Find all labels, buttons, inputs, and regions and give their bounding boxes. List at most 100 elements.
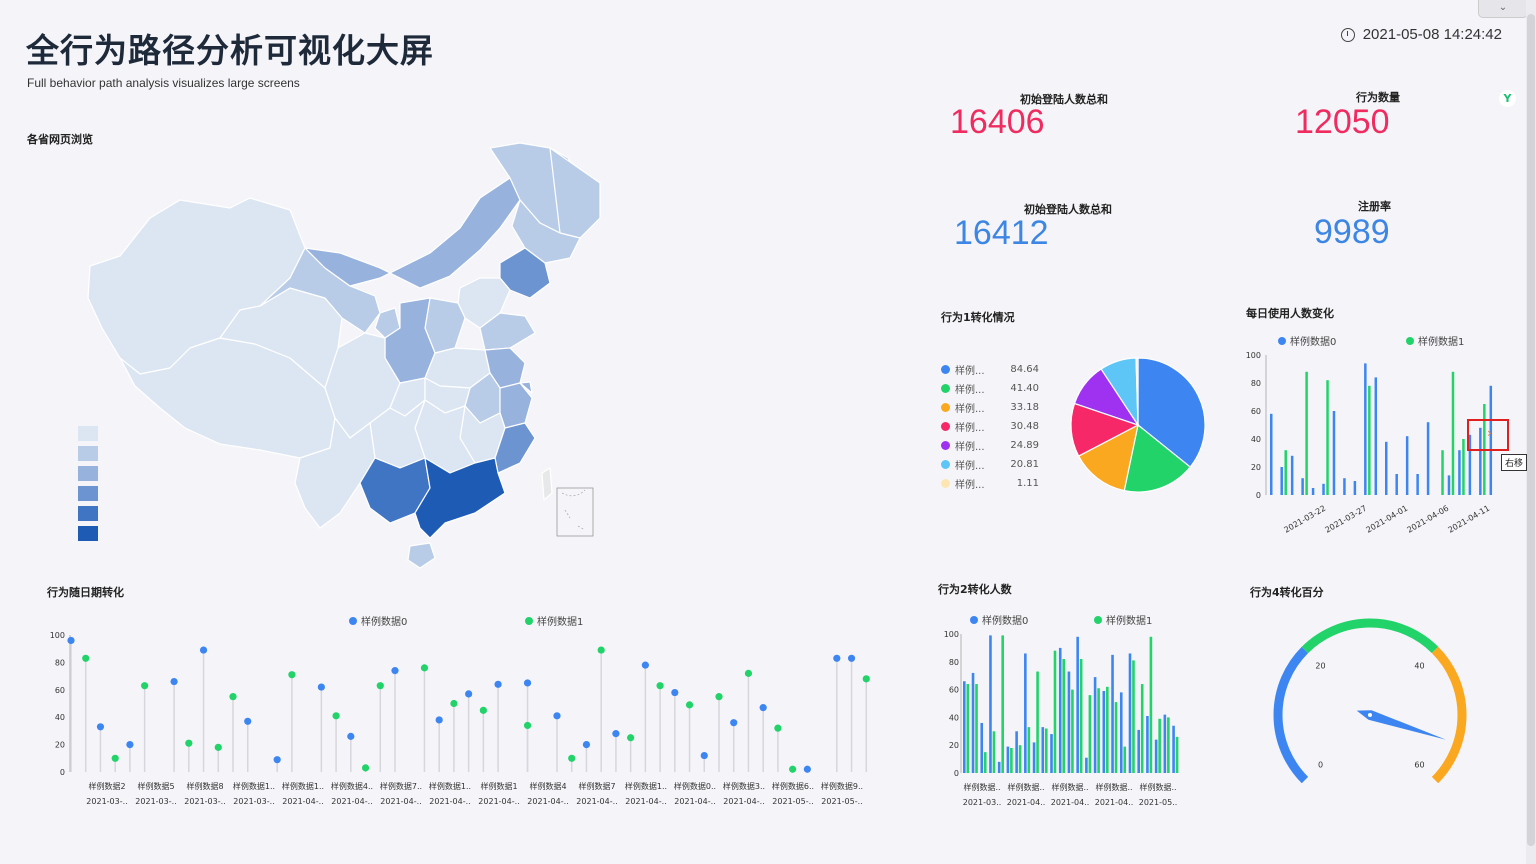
legend-level-1[interactable] bbox=[78, 426, 98, 441]
pie-legend-item[interactable]: 样例... 30.48 bbox=[941, 417, 1039, 436]
legend-level-6[interactable] bbox=[78, 526, 98, 541]
x-tick-label: 样例数据6.. bbox=[772, 781, 814, 791]
daily-bar bbox=[1368, 385, 1371, 495]
bar2-bar bbox=[1071, 689, 1074, 773]
y-tick-label: 60 bbox=[55, 686, 65, 695]
lollipop-point bbox=[523, 679, 532, 687]
scatter-chart[interactable]: 100 80 60 40 20 0 样例数据2 2021-03-.. 样例数据5 2021-03-… bbox=[40, 625, 900, 810]
lollipop-point bbox=[141, 682, 149, 690]
pie-chart[interactable] bbox=[1065, 352, 1211, 498]
lollipop-point bbox=[82, 654, 90, 662]
legend-label: 样例... bbox=[955, 366, 985, 377]
region-taiwan bbox=[541, 467, 553, 501]
pie-legend-item[interactable]: 样例... 24.89 bbox=[941, 436, 1039, 455]
gauge-arc bbox=[1301, 618, 1439, 654]
lollipop-point bbox=[803, 765, 811, 773]
lollipop-point bbox=[671, 688, 679, 697]
legend-dot bbox=[941, 479, 950, 488]
scrollbar-thumb[interactable] bbox=[1527, 14, 1535, 846]
pie-legend-item[interactable]: 样例... 1.11 bbox=[941, 474, 1039, 493]
bar2-bar bbox=[966, 684, 970, 773]
bar2-bar bbox=[1093, 677, 1097, 773]
legend-label: 样例... bbox=[955, 404, 985, 415]
lollipop-point bbox=[376, 682, 384, 690]
legend-value: 24.89 bbox=[1010, 440, 1039, 451]
bar2-bar bbox=[1137, 729, 1140, 773]
pie-legend-item[interactable]: 样例... 41.40 bbox=[941, 379, 1039, 398]
bar2-bar bbox=[1062, 659, 1066, 773]
pie-legend-item[interactable]: 样例... 84.64 bbox=[941, 360, 1039, 379]
bar2-bar bbox=[1175, 736, 1179, 773]
x-tick-label: 样例数据3.. bbox=[723, 781, 765, 791]
y-tick-label: 40 bbox=[1251, 435, 1261, 444]
x-tick-label: 样例数据.. bbox=[963, 782, 1000, 792]
x-tick-label: 样例数据7.. bbox=[380, 781, 422, 791]
lollipop-point bbox=[465, 690, 473, 698]
x-tick-label: 2021-04-01 bbox=[1365, 504, 1410, 535]
gauge-chart[interactable]: 0 20 40 60 bbox=[1260, 610, 1480, 800]
scatter-title: 行为随日期转化 bbox=[47, 586, 124, 599]
bar2-bar bbox=[971, 672, 975, 773]
lollipop-point bbox=[317, 683, 325, 691]
chevron-right-icon: › bbox=[1487, 426, 1492, 440]
y-tick-label: 80 bbox=[55, 658, 65, 667]
pie-legend-item[interactable]: 样例... 20.81 bbox=[941, 455, 1039, 474]
legend-dot bbox=[941, 441, 950, 450]
gauge-tick-label: 60 bbox=[1414, 760, 1424, 769]
lollipop-point bbox=[597, 646, 605, 654]
china-map[interactable] bbox=[80, 138, 610, 573]
bar2-bar bbox=[983, 752, 987, 773]
daily-bar bbox=[1326, 380, 1329, 495]
lollipop-point bbox=[700, 751, 708, 760]
bar2-bar bbox=[1146, 716, 1149, 773]
x-tick-label: 2021-03-.. bbox=[184, 797, 225, 806]
legend-dot bbox=[1094, 615, 1102, 624]
y-tick-label: 60 bbox=[1251, 407, 1261, 416]
x-tick-label: 样例数据.. bbox=[1139, 782, 1176, 792]
legend-level-5[interactable] bbox=[78, 506, 98, 521]
x-tick-label: 样例数据.. bbox=[1095, 782, 1132, 792]
daily-bar bbox=[1280, 467, 1283, 495]
legend-dot bbox=[941, 384, 950, 393]
legend-label: 样例... bbox=[955, 461, 985, 472]
x-tick-label: 2021-04-.. bbox=[478, 797, 519, 806]
lollipop-point bbox=[612, 730, 620, 738]
bar2-bar bbox=[1018, 745, 1022, 773]
lollipop-point bbox=[862, 675, 870, 683]
lollipop-point bbox=[553, 712, 561, 720]
daily-bar bbox=[1353, 481, 1357, 495]
lollipop-point bbox=[744, 669, 753, 677]
x-tick-label: 样例数据8 bbox=[186, 781, 223, 791]
bar2-bar bbox=[1067, 671, 1071, 773]
lollipop-point bbox=[199, 646, 208, 654]
datetime-text: 2021-05-08 14:24:42 bbox=[1362, 26, 1502, 43]
legend-value: 1.11 bbox=[1016, 478, 1039, 489]
lollipop-point bbox=[361, 764, 370, 772]
legend-value: 20.81 bbox=[1010, 459, 1039, 470]
kpi-value-register-rate: 9989 bbox=[1314, 213, 1390, 251]
scroll-right-button[interactable]: › bbox=[1467, 419, 1509, 451]
bar2-bar bbox=[1015, 731, 1018, 773]
collapse-toggle-button[interactable]: ⌄ bbox=[1478, 0, 1528, 18]
legend-dot bbox=[1278, 336, 1286, 345]
kpi-value-behavior-count: 12050 bbox=[1295, 103, 1390, 141]
page-title: 全行为路径分析可视化大屏 bbox=[26, 31, 434, 70]
bar2-chart[interactable]: 100 80 60 40 20 0 样例数据.. 2021-03.. 样例数据.. 2021-04… bbox=[935, 625, 1190, 815]
lollipop-point bbox=[126, 741, 134, 749]
legend-level-3[interactable] bbox=[78, 466, 98, 481]
pie-legend-item[interactable]: 样例... 33.18 bbox=[941, 398, 1039, 417]
x-tick-label: 2021-05.. bbox=[1139, 798, 1178, 807]
daily-bar bbox=[1416, 474, 1419, 495]
lollipop-point bbox=[774, 724, 782, 732]
pie-legend: 样例... 84.64 样例... 41.40 样例... 33.18 样例... 30.48… bbox=[941, 360, 1039, 493]
legend-level-2[interactable] bbox=[78, 446, 98, 461]
lollipop-point bbox=[656, 682, 664, 690]
bar2-bar bbox=[1140, 684, 1144, 773]
legend-level-4[interactable] bbox=[78, 486, 98, 501]
y-tick-label: 100 bbox=[1246, 351, 1261, 360]
daily-bar bbox=[1447, 475, 1451, 495]
bar2-bar bbox=[1085, 757, 1088, 773]
bar2-bar bbox=[1088, 695, 1092, 773]
map-legend bbox=[78, 426, 98, 541]
y-logo-icon[interactable]: Y bbox=[1499, 90, 1516, 107]
